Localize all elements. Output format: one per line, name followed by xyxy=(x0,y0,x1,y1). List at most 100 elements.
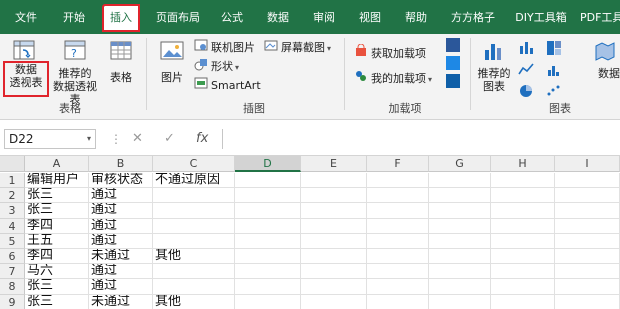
cell-b3[interactable]: 通过 xyxy=(89,203,153,219)
cell-g4[interactable] xyxy=(429,218,491,234)
column-header-a[interactable]: A xyxy=(25,156,89,172)
cell-c2[interactable] xyxy=(153,188,235,204)
column-chart-icon[interactable] xyxy=(518,40,534,56)
row-header[interactable]: 4 xyxy=(0,218,25,234)
cell-g5[interactable] xyxy=(429,233,491,249)
cell-f3[interactable] xyxy=(367,203,429,219)
cell-e6[interactable] xyxy=(301,249,367,265)
hierarchy-chart-icon[interactable] xyxy=(546,40,562,56)
tab-page-layout[interactable]: 页面布局 xyxy=(150,6,206,30)
smartart-button[interactable]: SmartArt xyxy=(194,76,261,94)
tab-fangfang-gezi[interactable]: 方方格子 xyxy=(442,6,504,30)
tab-help[interactable]: 帮助 xyxy=(398,6,434,30)
formula-input[interactable] xyxy=(222,129,620,149)
cell-a6[interactable]: 李四 xyxy=(25,249,89,265)
pictures-button[interactable]: 图片 xyxy=(154,40,190,96)
line-chart-icon[interactable] xyxy=(518,62,534,78)
cell-f1[interactable] xyxy=(367,173,429,189)
cell-a8[interactable]: 张三 xyxy=(25,279,89,295)
recommended-charts-button[interactable]: 推荐的 图表 xyxy=(474,40,514,96)
row-header[interactable]: 1 xyxy=(0,173,25,189)
formula-bar-grip[interactable]: ⋮ xyxy=(110,130,122,148)
people-graph-icon[interactable] xyxy=(446,38,460,52)
cell-c4[interactable] xyxy=(153,218,235,234)
tab-formulas[interactable]: 公式 xyxy=(214,6,250,30)
my-addins-button[interactable]: 我的加载项 ▾ xyxy=(354,69,432,87)
cell-a9[interactable]: 张三 xyxy=(25,294,89,309)
cell-c9[interactable]: 其他 xyxy=(153,294,235,309)
cell-d7[interactable] xyxy=(235,264,301,280)
cell-i5[interactable] xyxy=(555,233,620,249)
cell-b8[interactable]: 通过 xyxy=(89,279,153,295)
shapes-button[interactable]: 形状 ▾ xyxy=(194,57,239,75)
cell-b4[interactable]: 通过 xyxy=(89,218,153,234)
cell-g1[interactable] xyxy=(429,173,491,189)
cell-i8[interactable] xyxy=(555,279,620,295)
cell-e4[interactable] xyxy=(301,218,367,234)
cell-i2[interactable] xyxy=(555,188,620,204)
column-header-g[interactable]: G xyxy=(429,156,491,172)
cell-h7[interactable] xyxy=(491,264,555,280)
tab-insert[interactable]: 插入 xyxy=(102,4,140,32)
tab-view[interactable]: 视图 xyxy=(352,6,388,30)
cell-i4[interactable] xyxy=(555,218,620,234)
cell-h1[interactable] xyxy=(491,173,555,189)
cell-d8[interactable] xyxy=(235,279,301,295)
row-header[interactable]: 3 xyxy=(0,203,25,219)
cell-d2[interactable] xyxy=(235,188,301,204)
cell-e2[interactable] xyxy=(301,188,367,204)
cell-a1[interactable]: 编辑用户 xyxy=(25,173,89,189)
cell-f9[interactable] xyxy=(367,294,429,309)
cell-g8[interactable] xyxy=(429,279,491,295)
row-header[interactable]: 2 xyxy=(0,188,25,204)
cell-b6[interactable]: 未通过 xyxy=(89,249,153,265)
tab-home[interactable]: 开始 xyxy=(56,6,92,30)
scatter-chart-icon[interactable] xyxy=(546,84,562,98)
cell-i3[interactable] xyxy=(555,203,620,219)
cell-f2[interactable] xyxy=(367,188,429,204)
recommended-pivot-tables-button[interactable]: ? 推荐的 数据透视表 xyxy=(48,40,102,106)
row-header[interactable]: 8 xyxy=(0,279,25,295)
row-header[interactable]: 5 xyxy=(0,233,25,249)
maps-button[interactable]: 数据 xyxy=(572,40,620,96)
cell-g3[interactable] xyxy=(429,203,491,219)
cell-d5[interactable] xyxy=(235,233,301,249)
cell-g2[interactable] xyxy=(429,188,491,204)
tab-pdf-tools[interactable]: PDF工具 xyxy=(580,6,620,30)
pivot-table-button[interactable]: 数据 透视表 xyxy=(3,61,49,97)
cell-c6[interactable]: 其他 xyxy=(153,249,235,265)
statistic-chart-icon[interactable] xyxy=(546,62,562,78)
cell-c5[interactable] xyxy=(153,233,235,249)
cell-b1[interactable]: 审核状态 xyxy=(89,173,153,189)
cell-d3[interactable] xyxy=(235,203,301,219)
cell-c3[interactable] xyxy=(153,203,235,219)
cell-a5[interactable]: 王五 xyxy=(25,233,89,249)
column-header-b[interactable]: B xyxy=(89,156,153,172)
cell-h4[interactable] xyxy=(491,218,555,234)
screenshot-button[interactable]: 屏幕截图 ▾ xyxy=(264,38,331,56)
cell-i9[interactable] xyxy=(555,294,620,309)
cell-f4[interactable] xyxy=(367,218,429,234)
cell-d6[interactable] xyxy=(235,249,301,265)
cell-h6[interactable] xyxy=(491,249,555,265)
name-box[interactable]: D22 ▾ xyxy=(4,129,96,149)
column-header-i[interactable]: I xyxy=(555,156,620,172)
column-header-h[interactable]: H xyxy=(491,156,555,172)
get-addins-button[interactable]: 获取加载项 xyxy=(354,43,426,62)
cell-h3[interactable] xyxy=(491,203,555,219)
cell-h8[interactable] xyxy=(491,279,555,295)
enter-icon[interactable]: ✓ xyxy=(164,130,175,148)
cell-d1[interactable] xyxy=(235,173,301,189)
bing-maps-icon[interactable] xyxy=(446,56,460,70)
cell-f8[interactable] xyxy=(367,279,429,295)
cell-e3[interactable] xyxy=(301,203,367,219)
cell-d4[interactable] xyxy=(235,218,301,234)
cell-g9[interactable] xyxy=(429,294,491,309)
cell-b7[interactable]: 通过 xyxy=(89,264,153,280)
row-header[interactable]: 9 xyxy=(0,294,25,309)
tab-file[interactable]: 文件 xyxy=(8,6,44,30)
cell-i1[interactable] xyxy=(555,173,620,189)
column-header-f[interactable]: F xyxy=(367,156,429,172)
cell-e9[interactable] xyxy=(301,294,367,309)
cell-c1[interactable]: 不通过原因 xyxy=(153,173,235,189)
